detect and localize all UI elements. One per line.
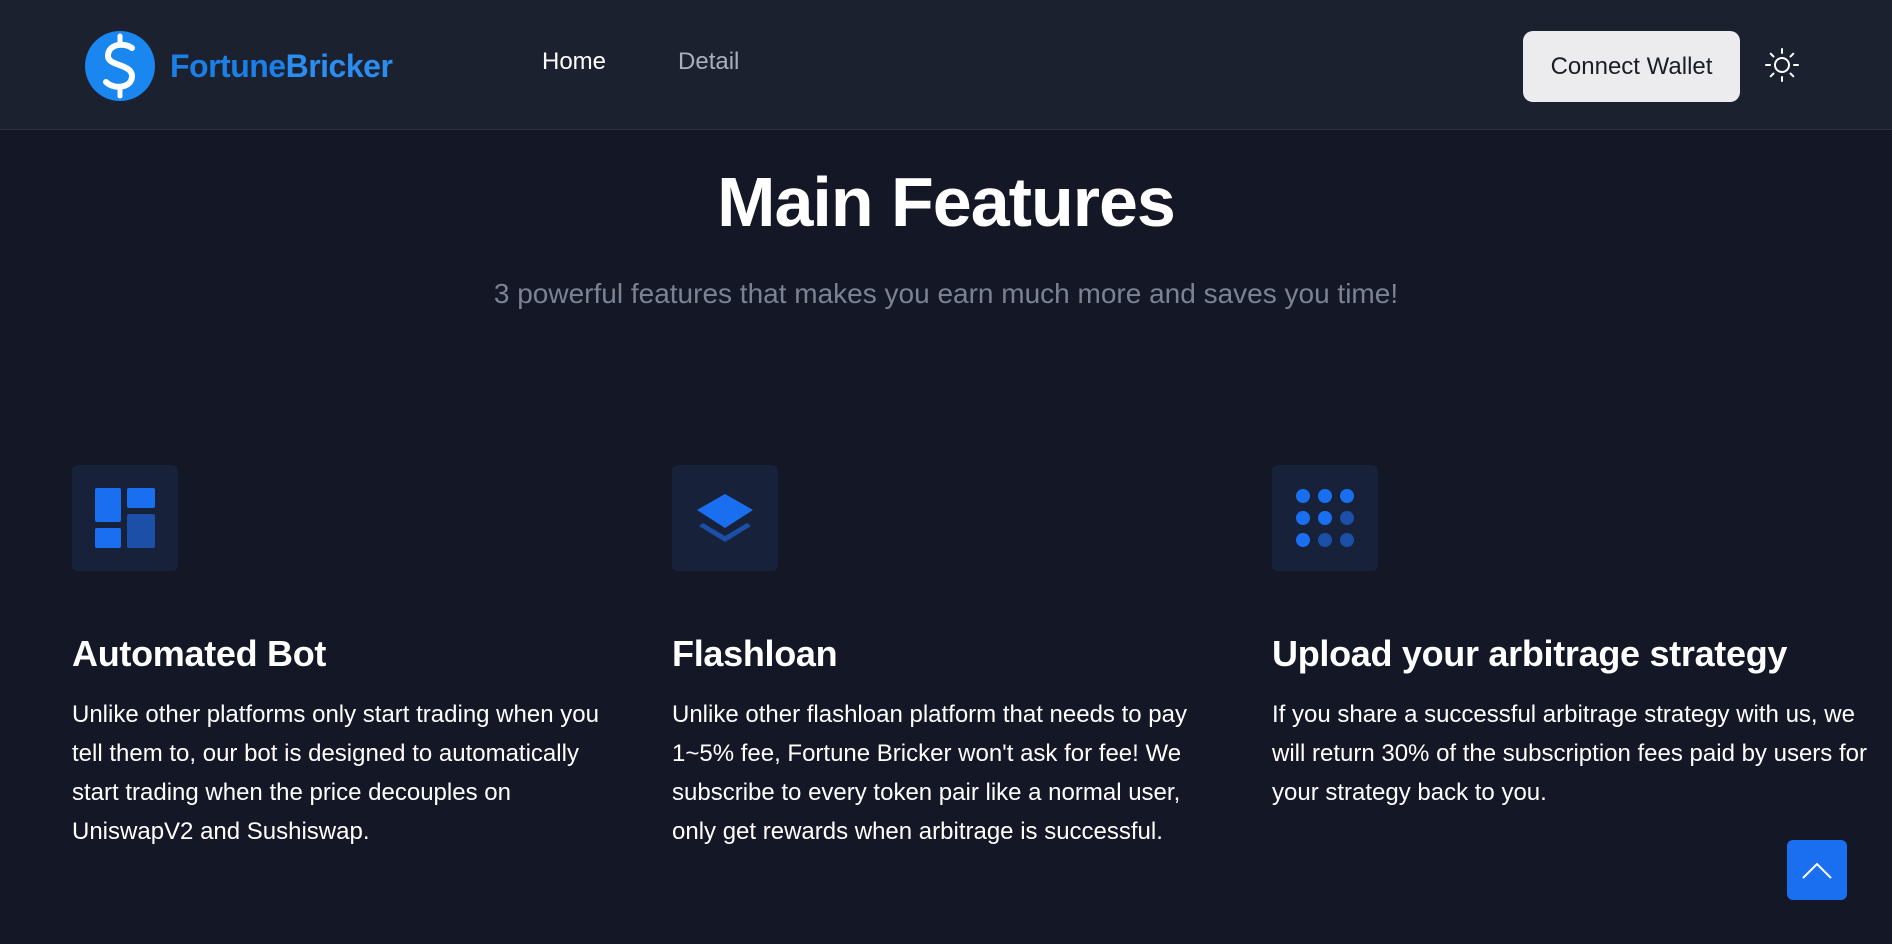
feature-card-upload-strategy: Upload your arbitrage strategy If you sh… bbox=[1272, 465, 1872, 812]
brand-name: FortuneBricker bbox=[170, 47, 393, 85]
feature-icon-box bbox=[1272, 465, 1378, 571]
layers-icon bbox=[697, 494, 753, 542]
sun-icon bbox=[1765, 48, 1799, 82]
page-subtitle: 3 powerful features that makes you earn … bbox=[493, 278, 1399, 309]
feature-title: Upload your arbitrage strategy bbox=[1272, 633, 1788, 674]
connect-wallet-button[interactable]: Connect Wallet bbox=[1523, 31, 1740, 102]
feature-description: If you share a successful arbitrage stra… bbox=[1272, 701, 1867, 806]
dashboard-icon bbox=[95, 488, 155, 548]
scroll-to-top-button[interactable] bbox=[1787, 840, 1847, 900]
nav-link-detail[interactable]: Detail bbox=[678, 48, 739, 76]
feature-icon-box bbox=[672, 465, 778, 571]
feature-description: Unlike other flashloan platform that nee… bbox=[672, 701, 1187, 845]
feature-description: Unlike other platforms only start tradin… bbox=[72, 701, 599, 845]
navbar: FortuneBricker Home Detail Connect Walle… bbox=[0, 0, 1892, 130]
feature-card-flashloan: Flashloan Unlike other flashloan platfor… bbox=[672, 465, 1212, 851]
brand-name-part1: Fortune bbox=[170, 47, 286, 84]
nav-link-home[interactable]: Home bbox=[542, 48, 606, 76]
logo-icon bbox=[85, 31, 155, 101]
brand-logo[interactable]: FortuneBricker bbox=[84, 30, 393, 102]
dots-grid-icon bbox=[1296, 489, 1354, 547]
feature-icon-box bbox=[72, 465, 178, 571]
main-nav: Home Detail bbox=[542, 48, 739, 76]
feature-card-automated-bot: Automated Bot Unlike other platforms onl… bbox=[72, 465, 612, 851]
chevron-up-icon bbox=[1802, 862, 1832, 879]
feature-title: Automated Bot bbox=[72, 633, 327, 674]
theme-toggle-button[interactable] bbox=[1762, 45, 1802, 85]
page-title: Main Features bbox=[717, 163, 1176, 241]
brand-name-part2: Bricker bbox=[285, 47, 393, 84]
feature-title: Flashloan bbox=[672, 633, 838, 674]
